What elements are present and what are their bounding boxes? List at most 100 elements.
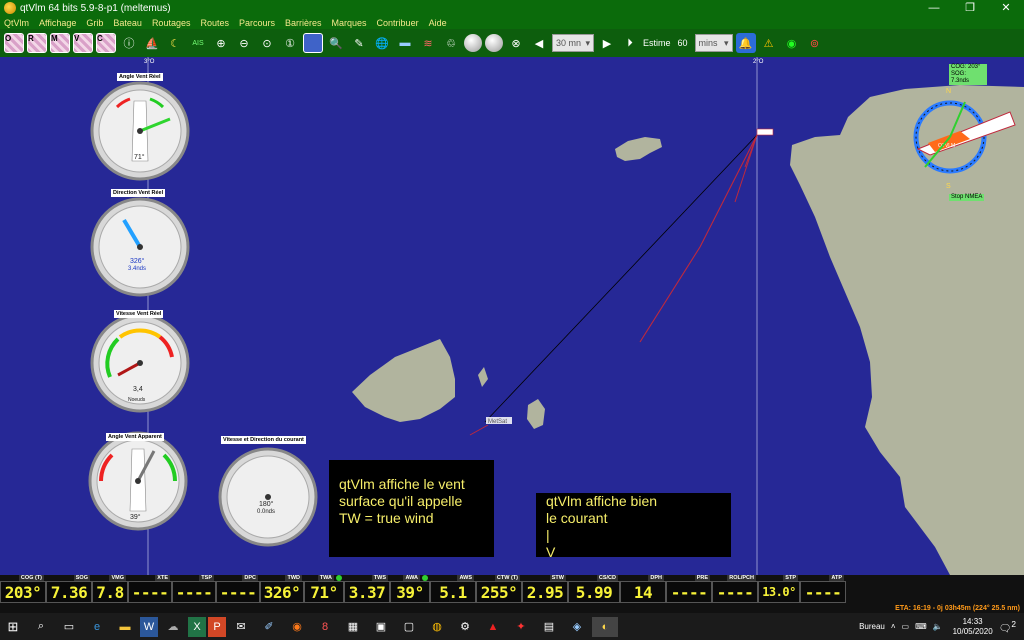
inst-dph: DPH 14 — [620, 575, 666, 605]
menu-routes[interactable]: Routes — [200, 18, 229, 28]
grib-c-button[interactable]: C — [96, 33, 116, 53]
search-icon[interactable]: ⌕ — [28, 617, 54, 637]
island-alderney — [615, 137, 662, 161]
menu-routages[interactable]: Routages — [152, 18, 191, 28]
zoom-in-icon[interactable]: ⊕ — [211, 33, 231, 53]
gauge-current-value: 180° — [259, 500, 274, 508]
network-icon[interactable]: ▭ — [902, 622, 910, 631]
grib-m-button[interactable]: M — [50, 33, 70, 53]
instrument-strip: COG (T) 203° SOG 7.36 VMG 7.8 XTE ---- TSP --… — [0, 575, 1024, 605]
chart-map[interactable]: 3°O 2°O MetSat N S QTVLM 71° 326° 3.4nds… — [0, 57, 1024, 575]
ruler-icon[interactable]: ▬ — [395, 33, 415, 53]
sphere-icon[interactable] — [464, 34, 482, 52]
grib-v-button[interactable]: V — [73, 33, 93, 53]
menu-affichage[interactable]: Affichage — [39, 18, 76, 28]
menu-contribuer[interactable]: Contribuer — [377, 18, 419, 28]
task-view-icon[interactable]: ▭ — [56, 617, 82, 637]
gauge-apparent-wind-angle[interactable]: 39° — [88, 431, 188, 531]
globe-icon[interactable]: 🌐 — [372, 33, 392, 53]
windsock-icon[interactable]: ≋ — [418, 33, 438, 53]
zoom-1-1-icon[interactable]: ① — [280, 33, 300, 53]
chevron-up-icon[interactable]: ˄ — [891, 622, 896, 631]
sphere-2-icon[interactable] — [485, 34, 503, 52]
metsat-label: MetSat — [488, 419, 507, 425]
record-icon[interactable]: ◉ — [782, 33, 802, 53]
gauge-true-wind-speed[interactable]: 3,4 Noeuds — [90, 313, 190, 413]
stop-nmea-button[interactable]: Stop NMEA — [949, 194, 985, 201]
menu-marques[interactable]: Marques — [332, 18, 367, 28]
qtvlm-task-icon[interactable]: ◐ — [592, 616, 618, 637]
menu-parcours[interactable]: Parcours — [239, 18, 275, 28]
word-icon[interactable]: W — [140, 616, 158, 637]
gauge-twd-sub: 3.4nds — [128, 266, 146, 272]
banana-icon[interactable]: ☾ — [165, 33, 185, 53]
inst-sog: SOG 7.36 — [46, 575, 92, 605]
grib-r-button[interactable]: R — [27, 33, 47, 53]
inst-ctw: CTW (T) 255° — [476, 575, 522, 605]
menu-aide[interactable]: Aide — [429, 18, 447, 28]
estime-unit-select[interactable]: mins ▾ — [694, 34, 733, 52]
maximize-button[interactable]: ❐ — [952, 0, 988, 16]
mail-icon[interactable]: ✉ — [228, 617, 254, 637]
inst-tws: TWS 3.37 — [344, 575, 390, 605]
close-circle-icon[interactable]: ⊗ — [506, 33, 526, 53]
volume-icon[interactable]: 🔈 — [933, 622, 943, 631]
alarm-bell-icon[interactable]: 🔔 — [735, 33, 756, 53]
gauge-current[interactable]: 180° 0.0nds — [218, 447, 318, 547]
menu-grib[interactable]: Grib — [86, 18, 103, 28]
excel-icon[interactable]: X — [188, 616, 206, 637]
close-button[interactable]: ✕ — [988, 0, 1024, 16]
file-explorer-icon[interactable]: ▬ — [112, 617, 138, 637]
compass-s: S — [946, 183, 951, 190]
pen-icon[interactable]: ✎ — [349, 33, 369, 53]
monitor-icon[interactable]: ▢ — [396, 617, 422, 637]
prev-step-icon[interactable]: ◀ — [529, 33, 549, 53]
recycle-icon[interactable]: ♲ — [441, 33, 461, 53]
warning-icon[interactable]: ⚠ — [759, 33, 779, 53]
notifications-icon[interactable]: 🗨2 — [999, 619, 1016, 634]
select-zone-icon[interactable] — [303, 33, 323, 53]
estime-value-input[interactable]: 60 — [673, 34, 692, 52]
play-icon[interactable]: ⏵ — [620, 33, 640, 53]
powerpoint-icon[interactable]: P — [208, 616, 226, 637]
language-icon[interactable]: ⌨ — [915, 622, 927, 631]
chrome-icon[interactable]: ◍ — [424, 617, 450, 637]
gauge-true-wind-direction[interactable]: 326° 3.4nds — [90, 197, 190, 297]
app-icon-1[interactable]: ✦ — [508, 617, 534, 637]
gauge-tws-value: 3,4 — [133, 386, 143, 393]
menu-bateau[interactable]: Bateau — [113, 18, 142, 28]
next-step-icon[interactable]: ▶ — [597, 33, 617, 53]
boat-marker[interactable] — [756, 128, 774, 136]
clock[interactable]: 14:33 10/05/2020 — [953, 617, 993, 637]
firefox-icon[interactable]: ◉ — [284, 617, 310, 637]
gauge-true-wind-angle[interactable]: 71° — [90, 81, 190, 181]
minimize-button[interactable]: — — [916, 0, 952, 16]
calculator-icon[interactable]: ▦ — [340, 617, 366, 637]
menu-barrieres[interactable]: Barrières — [285, 18, 322, 28]
settings-gear-icon[interactable]: ⚙ — [452, 617, 478, 637]
eta-text: ETA: 16:19 - 0j 03h45m (224° 25.5 nm) — [895, 605, 1020, 612]
gauge-twa-value: 71° — [134, 153, 145, 161]
ais-icon[interactable]: AIS — [188, 33, 208, 53]
lifebuoy-icon[interactable]: ⊚ — [805, 33, 825, 53]
bureau-label[interactable]: Bureau — [859, 622, 885, 631]
psp-icon[interactable]: 8 — [312, 617, 338, 637]
pdf-icon[interactable]: ▲ — [480, 617, 506, 637]
windows-start-icon[interactable]: ⊞ — [0, 617, 26, 637]
menu-qtvlm[interactable]: QtVlm — [4, 18, 29, 28]
photos-icon[interactable]: ▣ — [368, 617, 394, 637]
app-icon-3[interactable]: ◈ — [564, 617, 590, 637]
zoom-fit-icon[interactable]: ⊙ — [257, 33, 277, 53]
zoom-out-icon[interactable]: ⊖ — [234, 33, 254, 53]
edge-icon[interactable]: e — [84, 617, 110, 637]
cloud-icon[interactable]: ☁ — [160, 617, 186, 637]
time-step-select[interactable]: 30 mn ▾ — [552, 34, 594, 52]
grib-o-button[interactable]: O — [4, 33, 24, 53]
notepad-icon[interactable]: ✐ — [256, 617, 282, 637]
inst-stw: STW 2.95 — [522, 575, 568, 605]
magnifier-icon[interactable]: 🔍 — [326, 33, 346, 53]
app-icon-2[interactable]: ▤ — [536, 617, 562, 637]
info-icon[interactable]: ⓘ — [119, 33, 139, 53]
route-line — [484, 134, 758, 423]
boat-icon[interactable]: ⛵ — [142, 33, 162, 53]
